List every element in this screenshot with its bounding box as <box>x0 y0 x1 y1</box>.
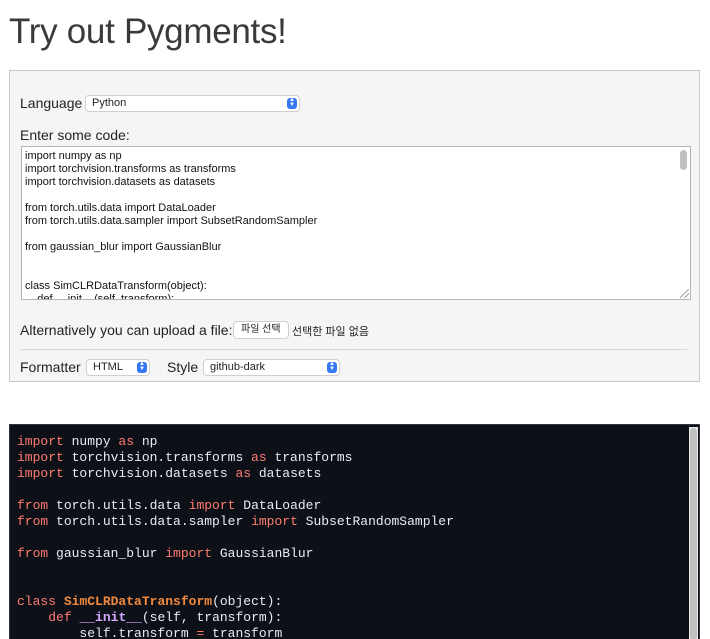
output-line: import torchvision.transforms as transfo… <box>17 450 699 466</box>
output-line: import numpy as np <box>17 434 699 450</box>
page-title: Try out Pygments! <box>9 12 287 51</box>
code-input-line <box>25 189 690 202</box>
code-textarea-content: import numpy as np import torchvision.tra… <box>22 147 690 300</box>
code-input-line: class SimCLRDataTransform(object): <box>25 280 207 292</box>
highlighted-output: import numpy as np import torchvision.tra… <box>9 424 700 639</box>
divider <box>21 349 687 350</box>
code-label: Enter some code: <box>20 127 130 143</box>
code-token: self.transform <box>17 626 197 639</box>
code-input-line: from gaussian_blur import GaussianBlur <box>25 241 222 253</box>
code-textarea[interactable]: import numpy as np import torchvision.tra… <box>21 146 691 300</box>
select-arrows-icon: ▲ ▼ <box>327 361 337 373</box>
formatter-select-value: HTML <box>93 361 123 373</box>
code-token: class <box>17 594 57 609</box>
style-label: Style <box>167 359 199 375</box>
formatter-label: Formatter <box>20 359 81 375</box>
code-token: gaussian_blur <box>48 546 166 561</box>
code-token: def <box>48 610 72 625</box>
code-input-line <box>25 267 690 280</box>
output-line: from torch.utils.data import DataLoader <box>17 498 699 514</box>
code-token: as <box>251 450 267 465</box>
code-token: SimCLRDataTransform <box>63 594 213 609</box>
code-token: np <box>134 434 158 449</box>
code-input-line: import torchvision.datasets as datasets <box>25 176 216 188</box>
code-token: from <box>17 498 49 513</box>
code-token: SubsetRandomSampler <box>297 514 454 529</box>
code-token: import <box>165 546 213 561</box>
file-status: 선택한 파일 없음 <box>292 326 369 338</box>
file-choose-button[interactable]: 파일 선택 <box>233 321 289 339</box>
code-input-line: import torchvision.transforms as transfo… <box>25 163 236 175</box>
resize-grip-icon[interactable] <box>680 289 689 298</box>
code-token: GaussianBlur <box>212 546 314 561</box>
language-select-value: Python <box>92 97 127 109</box>
code-token: datasets <box>251 466 322 481</box>
code-token: import <box>17 466 64 481</box>
code-input-line <box>25 254 690 267</box>
upload-label: Alternatively you can upload a file: <box>20 322 233 338</box>
code-token: from <box>17 514 49 529</box>
code-token: as <box>118 434 135 449</box>
output-line: from torch.utils.data.sampler import Sub… <box>17 514 699 530</box>
code-token: __init__ <box>79 610 142 625</box>
output-line: class SimCLRDataTransform(object): <box>17 594 699 610</box>
language-label: Language <box>20 95 83 111</box>
code-token: transform <box>204 626 283 639</box>
code-input-line <box>25 228 690 241</box>
code-token: import <box>251 514 298 529</box>
select-arrows-icon: ▲ ▼ <box>137 361 147 373</box>
output-line: import torchvision.datasets as datasets <box>17 466 699 482</box>
code-input-line: from torch.utils.data.sampler import Sub… <box>25 215 318 227</box>
code-token: torchvision.transforms <box>63 450 252 465</box>
code-input-line: def __init__(self, transform): <box>25 293 175 300</box>
output-line: self.transform = transform <box>17 626 699 639</box>
output-line: from gaussian_blur import GaussianBlur <box>17 546 699 562</box>
style-select-value: github-dark <box>210 361 266 373</box>
code-token: torch.utils.data.sampler <box>48 514 252 529</box>
output-line: def __init__(self, transform): <box>17 610 699 626</box>
code-token: torch.utils.data <box>48 498 189 513</box>
code-token: import <box>17 450 64 465</box>
code-input-line: from torch.utils.data import DataLoader <box>25 202 216 214</box>
code-token: import <box>17 434 64 449</box>
code-token: transforms <box>266 450 353 465</box>
code-input-line: import numpy as np <box>25 150 122 162</box>
code-token: (object): <box>212 594 283 609</box>
code-token: DataLoader <box>235 498 322 513</box>
style-select[interactable]: github-dark ▲ ▼ <box>203 359 340 376</box>
code-token: from <box>17 546 49 561</box>
code-token: import <box>188 498 236 513</box>
output-scrollbar[interactable] <box>690 428 697 639</box>
pygments-form: Language Python ▲ ▼ Enter some code: impo… <box>9 70 700 382</box>
code-token: as <box>235 466 252 481</box>
formatter-select[interactable]: HTML ▲ ▼ <box>86 359 150 376</box>
highlighted-code: import numpy as np import torchvision.tra… <box>10 425 699 639</box>
code-token: torchvision.datasets <box>63 466 236 481</box>
language-select[interactable]: Python ▲ ▼ <box>85 95 300 112</box>
code-token: numpy <box>63 434 119 449</box>
textarea-scrollbar[interactable] <box>680 150 687 170</box>
select-arrows-icon: ▲ ▼ <box>287 97 297 109</box>
code-token: (self, transform): <box>141 610 283 625</box>
